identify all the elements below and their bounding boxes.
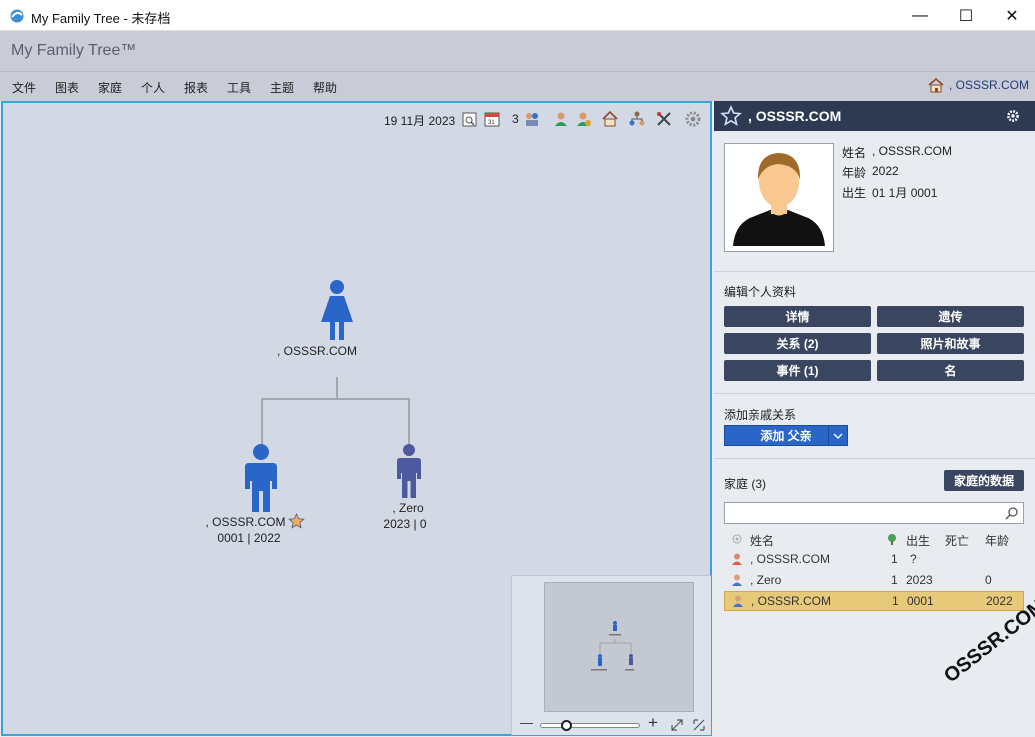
table-row-selected[interactable]: , OSSSR.COM 1 0001 2022 <box>724 591 1024 611</box>
zoom-bar: — + <box>512 713 712 736</box>
side-panel-header: , OSSSR.COM <box>714 101 1035 131</box>
minimap[interactable]: — + <box>511 575 711 735</box>
row-generation: 1 <box>891 573 898 587</box>
person-dates: 0001 | 2022 <box>217 531 281 545</box>
row-age: 2022 <box>986 594 1013 608</box>
sort-icon[interactable] <box>732 534 742 544</box>
table-row[interactable]: , Zero 1 2023 0 <box>724 570 1024 590</box>
child-person-icon[interactable] <box>394 443 424 499</box>
menu-family[interactable]: 家庭 <box>98 79 122 96</box>
person-name[interactable]: , OSSSR.COM <box>203 515 288 529</box>
female-person-icon[interactable] <box>318 279 356 341</box>
star-icon <box>288 513 305 529</box>
menu-person[interactable]: 个人 <box>141 79 165 96</box>
house-icon <box>928 77 944 93</box>
column-age[interactable]: 年龄 <box>985 532 1009 549</box>
family-heading: 家庭 (3) <box>724 477 767 491</box>
edit-profile-heading: 编辑个人资料 <box>724 285 797 299</box>
menu-charts[interactable]: 图表 <box>55 79 79 96</box>
expand-icon[interactable] <box>670 718 684 732</box>
details-button[interactable]: 详情 <box>724 306 871 327</box>
home-person-name: , OSSSR.COM <box>948 78 1029 92</box>
menu-help[interactable]: 帮助 <box>313 79 337 96</box>
chevron-down-icon <box>833 433 843 439</box>
zoom-in-button[interactable]: + <box>648 713 658 733</box>
minimize-button[interactable]: — <box>897 0 943 31</box>
row-born: 0001 <box>907 594 934 608</box>
divider <box>714 271 1035 272</box>
zoom-slider[interactable] <box>540 720 640 731</box>
close-button[interactable]: ✕ <box>989 0 1035 31</box>
names-button[interactable]: 名 <box>877 360 1024 381</box>
name-value: , OSSSR.COM <box>872 144 953 158</box>
row-name: , OSSSR.COM <box>750 552 831 566</box>
panel-person-name: , OSSSR.COM <box>748 108 842 124</box>
maximize-button[interactable]: ☐ <box>943 0 989 31</box>
divider <box>714 393 1035 394</box>
family-search-input[interactable] <box>724 502 1024 524</box>
menu-reports[interactable]: 报表 <box>184 79 208 96</box>
favorite-star-icon[interactable] <box>720 105 742 127</box>
minimap-preview <box>591 621 634 671</box>
genetics-button[interactable]: 遗传 <box>877 306 1024 327</box>
age-value: 2022 <box>872 164 899 178</box>
person-photo[interactable] <box>724 143 834 252</box>
male-avatar-icon <box>733 595 743 607</box>
relations-button[interactable]: 关系 (2) <box>724 333 871 354</box>
tree-icon <box>888 534 896 545</box>
menu-theme[interactable]: 主题 <box>270 79 294 96</box>
avatar <box>733 153 825 246</box>
app-title: My Family Tree™ <box>11 42 137 59</box>
app-header: My Family Tree™ <box>0 31 1035 72</box>
family-table-header: 姓名 出生 死亡 年龄 <box>724 529 1024 549</box>
fit-to-screen-icon[interactable] <box>692 718 706 732</box>
birth-value: 01 1月 0001 <box>872 186 938 200</box>
divider <box>714 458 1035 459</box>
app-logo-icon <box>10 9 24 23</box>
child-dates: 2023 | 0 <box>383 517 427 531</box>
window-title: My Family Tree - 未存档 <box>31 11 171 26</box>
menu-bar: 文件 图表 家庭 个人 报表 工具 主题 帮助 , OSSSR.COM <box>0 72 1035 101</box>
column-born[interactable]: 出生 <box>906 532 930 549</box>
row-age: 0 <box>985 573 992 587</box>
table-row[interactable]: , OSSSR.COM 1 ? <box>724 549 1024 569</box>
panel-settings-gear-icon[interactable] <box>1006 109 1020 123</box>
column-died[interactable]: 死亡 <box>945 532 969 549</box>
row-born: ? <box>910 552 917 566</box>
female-avatar-icon <box>732 553 742 565</box>
male-person-icon[interactable] <box>241 443 281 513</box>
name-label: 姓名 <box>842 146 867 160</box>
zoom-out-button[interactable]: — <box>520 715 533 730</box>
family-data-button[interactable]: 家庭的数据 <box>944 470 1024 491</box>
birth-label: 出生 <box>842 186 867 200</box>
mother-name[interactable]: , OSSSR.COM <box>267 344 367 358</box>
tree-canvas[interactable]: 19 11月 2023 31 3 , OSSSR.COM , OSSSR.COM… <box>1 101 712 736</box>
row-name: , OSSSR.COM <box>751 594 832 608</box>
male-avatar-icon <box>732 574 742 586</box>
window-titlebar: My Family Tree - 未存档 — ☐ ✕ <box>0 0 1035 31</box>
row-generation: 1 <box>891 552 898 566</box>
events-button[interactable]: 事件 (1) <box>724 360 871 381</box>
add-relative-dropdown[interactable] <box>828 425 848 446</box>
menu-tools[interactable]: 工具 <box>227 79 251 96</box>
home-person-link[interactable]: , OSSSR.COM <box>927 77 1029 93</box>
row-born: 2023 <box>906 573 933 587</box>
row-generation: 1 <box>892 594 899 608</box>
minimap-viewport[interactable] <box>544 582 694 712</box>
photos-stories-button[interactable]: 照片和故事 <box>877 333 1024 354</box>
row-name: , Zero <box>750 573 782 587</box>
menu-file[interactable]: 文件 <box>12 79 36 96</box>
age-label: 年龄 <box>842 166 867 180</box>
zoom-slider-handle[interactable] <box>560 720 572 731</box>
search-icon <box>1005 507 1018 520</box>
column-name[interactable]: 姓名 <box>750 532 774 549</box>
add-relative-heading: 添加亲戚关系 <box>724 408 797 422</box>
child-name[interactable]: , Zero <box>375 501 441 515</box>
